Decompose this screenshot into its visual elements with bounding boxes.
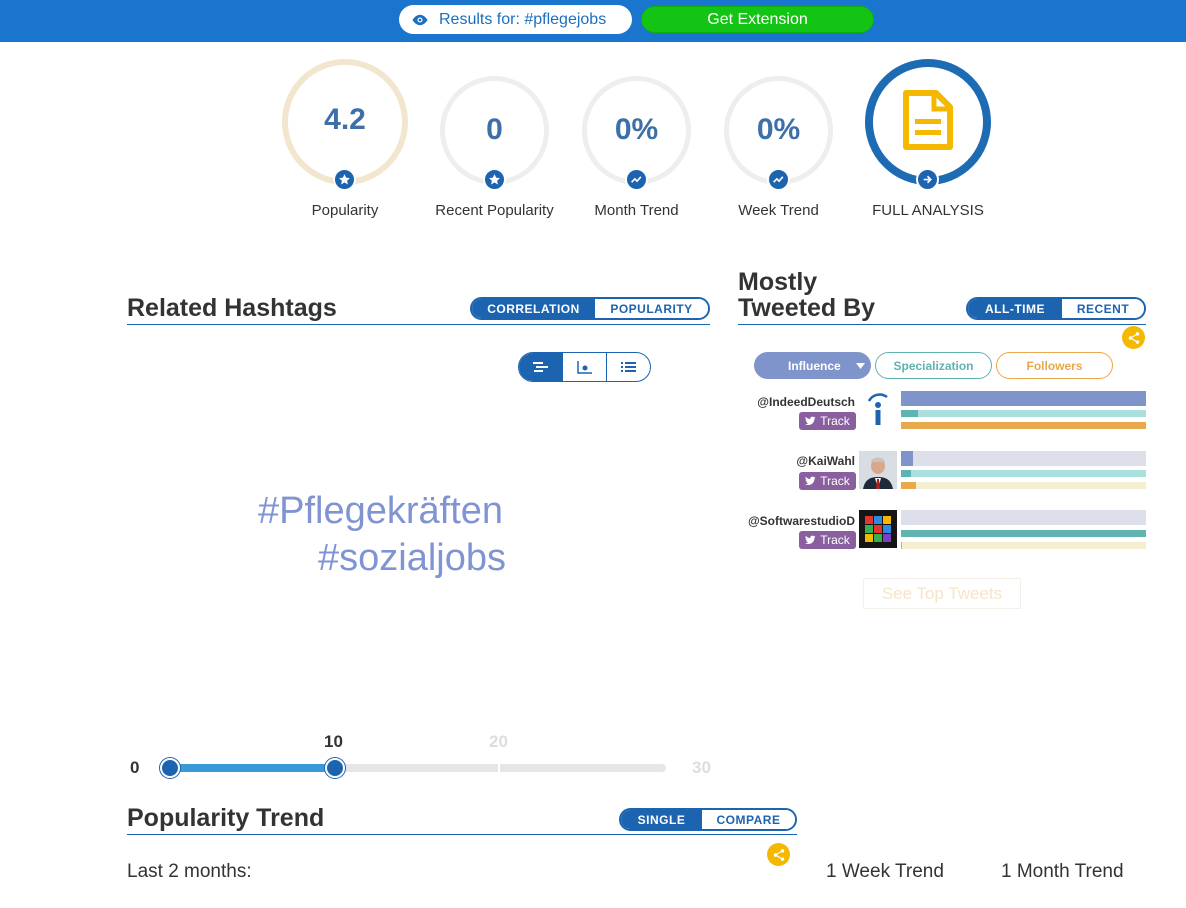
track-label: Track — [820, 533, 850, 547]
tweeted-by-rule — [738, 324, 1146, 325]
week-trend-label: Week Trend — [738, 202, 819, 219]
slider-mark-mid: 20 — [489, 732, 508, 751]
influence-bar-fill — [901, 391, 1146, 406]
specialization-bar-fill — [901, 410, 919, 417]
view-toggle — [518, 352, 651, 382]
tweeted-by-title-line1: Mostly — [738, 268, 818, 296]
arrow-right-icon — [916, 168, 939, 191]
slider-handle-low[interactable] — [160, 758, 180, 778]
popularity-trend-title: Popularity Trend — [127, 804, 325, 832]
filter-influence[interactable]: Influence — [754, 352, 871, 379]
tab-popularity[interactable]: POPULARITY — [595, 299, 708, 318]
filter-followers[interactable]: Followers — [996, 352, 1113, 379]
slider-mark-min: 0 — [130, 758, 140, 777]
hashtag-word[interactable]: #Pflegekräften — [258, 490, 503, 533]
specialization-bar — [901, 410, 1146, 417]
track-button[interactable]: Track — [799, 531, 856, 549]
track-label: Track — [820, 474, 850, 488]
track-button[interactable]: Track — [799, 472, 856, 490]
related-tabs: CORRELATION POPULARITY — [470, 297, 710, 320]
tab-recent[interactable]: RECENT — [1062, 299, 1144, 318]
list-view-icon — [621, 362, 636, 372]
avatar — [859, 510, 897, 548]
specialization-bar — [901, 470, 1146, 477]
range-slider-fill — [170, 764, 335, 772]
trend-icon — [625, 168, 648, 191]
influence-bar — [901, 391, 1146, 406]
full-analysis-label: FULL ANALYSIS — [872, 202, 984, 219]
filter-influence-label: Influence — [788, 358, 841, 373]
scatter-view-button[interactable] — [562, 353, 606, 381]
twitter-icon — [805, 416, 816, 426]
star-icon — [333, 168, 356, 191]
eye-icon — [412, 14, 428, 25]
month-trend-label: Month Trend — [594, 202, 679, 219]
hashtag-word[interactable]: #sozialjobs — [318, 537, 506, 580]
popularity-value: 4.2 — [324, 103, 366, 136]
tab-correlation[interactable]: CORRELATION — [472, 299, 595, 318]
slider-tick — [498, 764, 500, 772]
share-icon[interactable] — [1122, 326, 1145, 349]
slider-mark-max: 30 — [692, 758, 711, 777]
top-bar: Results for: #pflegejobs Get Extension — [0, 0, 1186, 42]
slider-handle-high[interactable] — [325, 758, 345, 778]
trend-icon — [767, 168, 790, 191]
cloud-view-icon — [533, 362, 548, 372]
followers-bar — [901, 422, 1146, 429]
tab-compare[interactable]: COMPARE — [702, 810, 795, 829]
followers-bar-fill — [901, 542, 903, 549]
influence-bar — [901, 451, 1146, 466]
followers-bar-fill — [901, 482, 916, 489]
twitter-icon — [805, 535, 816, 545]
twitter-icon — [805, 476, 816, 486]
followers-bar — [901, 482, 1146, 489]
month-trend-value: 0% — [614, 113, 659, 146]
caret-down-icon — [856, 363, 865, 369]
tweeted-by-tabs: ALL-TIME RECENT — [966, 297, 1146, 320]
avatar — [859, 391, 897, 429]
tab-single[interactable]: SINGLE — [621, 810, 702, 829]
last-2-months-label: Last 2 months: — [127, 861, 252, 882]
user-handle[interactable]: @SoftwarestudioD — [730, 514, 855, 528]
scatter-view-icon — [577, 361, 592, 374]
see-top-tweets-button[interactable]: See Top Tweets — [863, 578, 1021, 609]
results-for-label: Results for: #pflegejobs — [439, 10, 607, 28]
popularity-label: Popularity — [311, 202, 379, 219]
avatar — [859, 451, 897, 489]
track-button[interactable]: Track — [799, 412, 856, 430]
share-icon[interactable] — [767, 843, 790, 866]
user-handle[interactable]: @KaiWahl — [740, 454, 855, 468]
related-hashtags-title: Related Hashtags — [127, 294, 337, 322]
filter-specialization[interactable]: Specialization — [875, 352, 992, 379]
tab-all-time[interactable]: ALL-TIME — [968, 299, 1062, 318]
track-label: Track — [820, 414, 850, 428]
results-for-pill[interactable]: Results for: #pflegejobs — [399, 5, 632, 34]
tweeted-by-title-line2: Tweeted By — [738, 294, 876, 322]
influence-bar-fill — [901, 451, 914, 466]
popularity-trend-tabs: SINGLE COMPARE — [619, 808, 797, 831]
week-trend-value: 0% — [756, 113, 801, 146]
specialization-bar-fill — [901, 470, 911, 477]
list-view-button[interactable] — [606, 353, 650, 381]
recent-popularity-value: 0 — [486, 113, 503, 146]
one-week-trend-label: 1 Week Trend — [826, 861, 944, 882]
recent-popularity-label: Recent Popularity — [435, 202, 554, 219]
get-extension-button[interactable]: Get Extension — [641, 6, 874, 33]
one-month-trend-label: 1 Month Trend — [1001, 861, 1124, 882]
popularity-trend-rule — [127, 834, 797, 835]
related-hashtags-rule — [127, 324, 710, 325]
followers-bar — [901, 542, 1146, 549]
followers-bar-fill — [901, 422, 1146, 429]
specialization-bar — [901, 530, 1146, 537]
user-handle[interactable]: @IndeedDeutsch — [740, 395, 855, 409]
cloud-view-button[interactable] — [519, 353, 562, 381]
star-icon — [483, 168, 506, 191]
influence-bar — [901, 510, 1146, 525]
specialization-bar-fill — [901, 530, 1146, 537]
slider-mark-high: 10 — [324, 732, 343, 751]
document-icon — [903, 90, 953, 150]
